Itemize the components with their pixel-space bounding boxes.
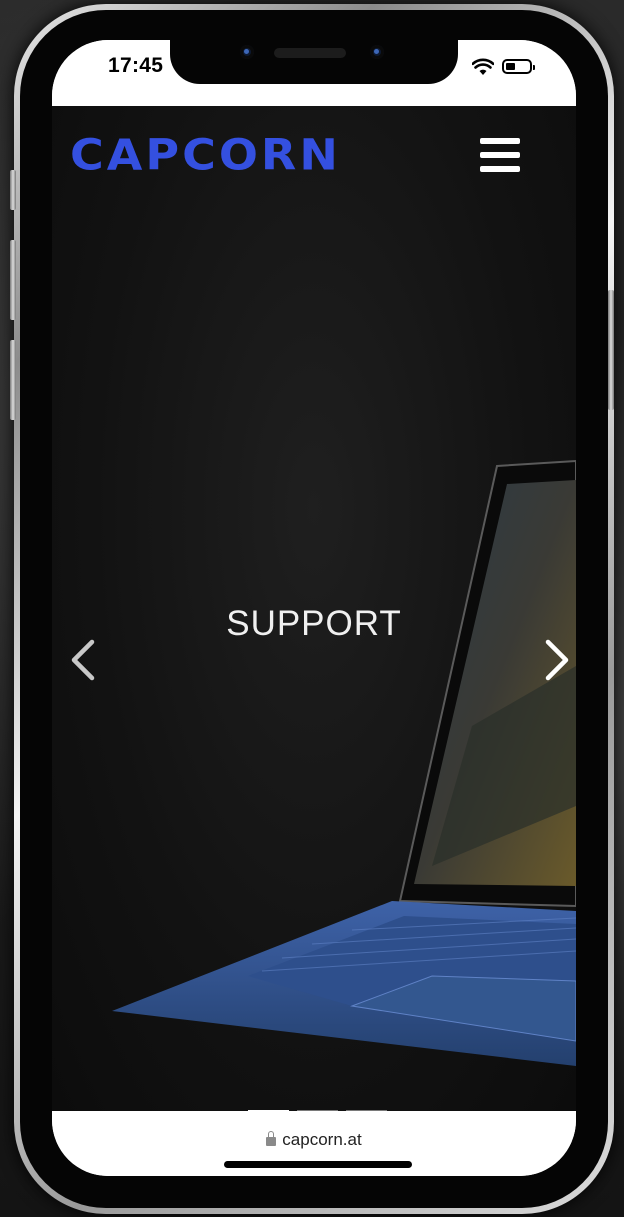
hamburger-menu-icon[interactable] bbox=[478, 136, 522, 176]
capcorn-logo[interactable]: CAPCORN bbox=[70, 130, 341, 180]
status-time: 17:45 bbox=[108, 54, 164, 77]
url-text: capcorn.at bbox=[282, 1130, 362, 1149]
phone-screen: 17:45 CAPCORN SUPPORT capcorn.at bbox=[52, 40, 576, 1176]
slide-title: SUPPORT bbox=[226, 604, 402, 643]
volume-up-button bbox=[10, 240, 16, 320]
home-indicator[interactable] bbox=[224, 1161, 412, 1168]
hero-slider: CAPCORN SUPPORT bbox=[52, 106, 576, 1111]
notch bbox=[170, 40, 458, 84]
face-id-sensor bbox=[370, 45, 384, 59]
chevron-right-icon[interactable] bbox=[536, 636, 576, 684]
battery-icon bbox=[502, 59, 535, 74]
lock-icon bbox=[266, 1131, 277, 1146]
chevron-left-icon[interactable] bbox=[64, 636, 104, 684]
front-camera bbox=[240, 45, 254, 59]
volume-down-button bbox=[10, 340, 16, 420]
earpiece-speaker bbox=[274, 48, 346, 58]
power-button bbox=[608, 290, 614, 410]
side-button bbox=[10, 170, 16, 210]
url-display[interactable]: capcorn.at bbox=[52, 1130, 576, 1150]
wifi-icon bbox=[472, 58, 494, 75]
